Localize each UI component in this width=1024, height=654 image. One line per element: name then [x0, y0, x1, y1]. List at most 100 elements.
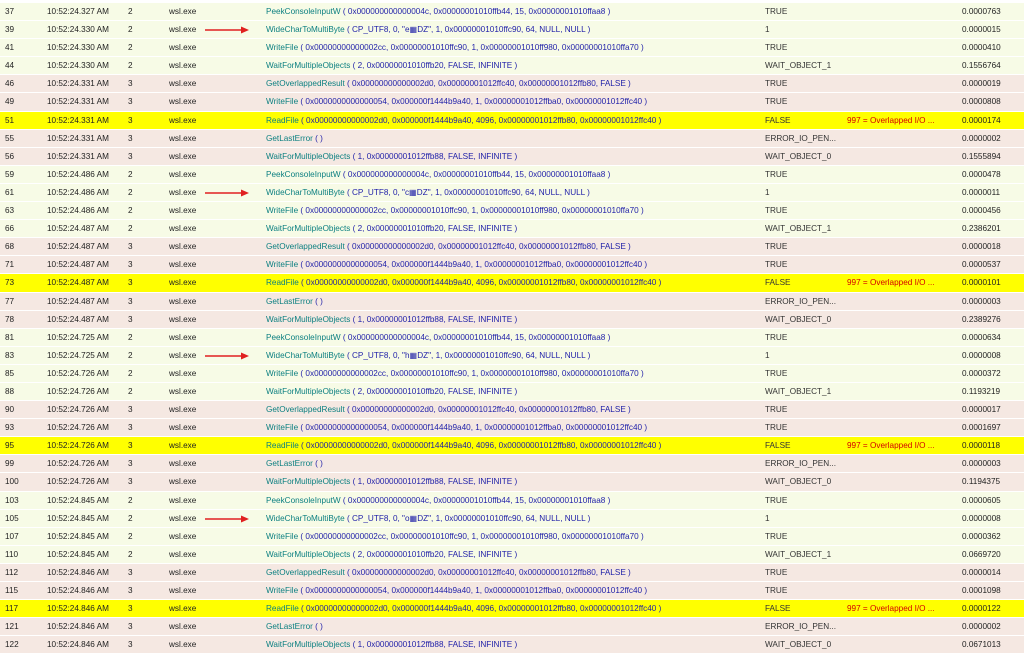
thread-id: 2: [128, 43, 133, 53]
trace-row[interactable]: 99 10:52:24.726 AM 3 wsl.exe GetLastErro…: [0, 455, 1024, 474]
module-name: wsl.exe: [169, 61, 197, 71]
return-value: 1: [765, 513, 770, 523]
trace-row[interactable]: 112 10:52:24.846 AM 3 wsl.exe GetOverlap…: [0, 563, 1024, 582]
trace-row[interactable]: 56 10:52:24.331 AM 3 wsl.exe WaitForMult…: [0, 147, 1024, 166]
call-arguments: ( CP_UTF8, 0, "o▦DZ", 1, 0x00000001010ff…: [344, 513, 591, 523]
module-name: wsl.exe: [169, 169, 197, 179]
trace-row[interactable]: 107 10:52:24.845 AM 2 wsl.exe WriteFile …: [0, 527, 1024, 546]
call-number: 71: [5, 260, 15, 270]
thread-id: 3: [128, 640, 133, 650]
call-number: 66: [5, 224, 15, 234]
trace-row[interactable]: 55 10:52:24.331 AM 3 wsl.exe GetLastErro…: [0, 129, 1024, 148]
trace-row[interactable]: 88 10:52:24.726 AM 2 wsl.exe WaitForMult…: [0, 382, 1024, 402]
call-arguments: ( 2, 0x00000001010ffb20, FALSE, INFINITE…: [350, 61, 518, 71]
call-number: 99: [5, 459, 15, 469]
trace-row[interactable]: 93 10:52:24.726 AM 3 wsl.exe WriteFile (…: [0, 419, 1024, 438]
trace-row[interactable]: 81 10:52:24.725 AM 2 wsl.exe PeekConsole…: [0, 328, 1024, 347]
trace-row[interactable]: 51 10:52:24.331 AM 3 wsl.exe ReadFile ( …: [0, 111, 1024, 130]
trace-row[interactable]: 95 10:52:24.726 AM 3 wsl.exe ReadFile ( …: [0, 437, 1024, 456]
trace-row[interactable]: 122 10:52:24.846 AM 3 wsl.exe WaitForMul…: [0, 636, 1024, 654]
function-name: ReadFile: [266, 441, 299, 451]
timestamp: 10:52:24.330 AM: [47, 43, 109, 53]
trace-row[interactable]: 83 10:52:24.725 AM 2 wsl.exe WideCharToM…: [0, 346, 1024, 365]
api-call: WriteFile ( 0x00000000000002cc, 0x000000…: [266, 528, 766, 546]
thread-id: 3: [128, 242, 133, 252]
call-number: 110: [5, 549, 19, 559]
api-call: WideCharToMultiByte ( CP_UTF8, 0, "h▦DZ"…: [266, 347, 766, 365]
thread-id: 2: [128, 169, 133, 179]
thread-id: 3: [128, 79, 133, 89]
api-call: WaitForMultipleObjects ( 1, 0x0000000101…: [266, 473, 766, 491]
trace-row[interactable]: 103 10:52:24.845 AM 2 wsl.exe PeekConsol…: [0, 491, 1024, 510]
call-arguments: ( 0x00000000000002cc, 0x00000001010ffc90…: [298, 531, 644, 541]
thread-id: 3: [128, 115, 133, 125]
timestamp: 10:52:24.331 AM: [47, 115, 109, 125]
thread-id: 2: [128, 386, 133, 396]
module-name: wsl.exe: [169, 622, 197, 632]
trace-row[interactable]: 71 10:52:24.487 AM 3 wsl.exe WriteFile (…: [0, 256, 1024, 275]
trace-row[interactable]: 39 10:52:24.330 AM 2 wsl.exe WideCharToM…: [0, 21, 1024, 40]
timestamp: 10:52:24.487 AM: [47, 224, 109, 234]
call-number: 56: [5, 151, 15, 161]
call-number: 88: [5, 386, 15, 396]
api-call: WaitForMultipleObjects ( 1, 0x0000000101…: [266, 148, 766, 166]
trace-row[interactable]: 115 10:52:24.846 AM 3 wsl.exe WriteFile …: [0, 582, 1024, 601]
trace-row[interactable]: 63 10:52:24.486 AM 2 wsl.exe WriteFile (…: [0, 202, 1024, 221]
duration: 0.0669720: [962, 549, 1001, 559]
error-code: 997 = Overlapped I/O ...: [847, 441, 935, 451]
trace-row[interactable]: 110 10:52:24.845 AM 2 wsl.exe WaitForMul…: [0, 545, 1024, 564]
trace-row[interactable]: 73 10:52:24.487 AM 3 wsl.exe ReadFile ( …: [0, 274, 1024, 293]
call-arguments: ( 2, 0x00000001010ffb20, FALSE, INFINITE…: [350, 386, 518, 396]
trace-row[interactable]: 41 10:52:24.330 AM 2 wsl.exe WriteFile (…: [0, 39, 1024, 58]
trace-row[interactable]: 59 10:52:24.486 AM 2 wsl.exe PeekConsole…: [0, 165, 1024, 184]
function-name: WaitForMultipleObjects: [266, 224, 351, 234]
return-value: TRUE: [765, 43, 788, 53]
module-name: wsl.exe: [169, 459, 197, 469]
function-name: GetOverlappedResult: [266, 79, 345, 89]
thread-id: 3: [128, 423, 133, 433]
trace-row[interactable]: 100 10:52:24.726 AM 3 wsl.exe WaitForMul…: [0, 473, 1024, 492]
trace-row[interactable]: 68 10:52:24.487 AM 3 wsl.exe GetOverlapp…: [0, 238, 1024, 257]
function-name: GetLastError: [266, 622, 313, 632]
duration: 0.0000101: [962, 278, 1001, 288]
trace-row[interactable]: 90 10:52:24.726 AM 3 wsl.exe GetOverlapp…: [0, 401, 1024, 420]
thread-id: 2: [128, 332, 133, 342]
api-call: WaitForMultipleObjects ( 2, 0x0000000101…: [266, 220, 766, 238]
api-call: WriteFile ( 0x0000000000000054, 0x000000…: [266, 419, 766, 437]
trace-row[interactable]: 37 10:52:24.327 AM 2 wsl.exe PeekConsole…: [0, 3, 1024, 22]
thread-id: 2: [128, 61, 133, 71]
call-number: 63: [5, 206, 15, 216]
function-name: PeekConsoleInputW: [266, 7, 341, 16]
trace-row[interactable]: 46 10:52:24.331 AM 3 wsl.exe GetOverlapp…: [0, 75, 1024, 94]
trace-row[interactable]: 66 10:52:24.487 AM 2 wsl.exe WaitForMult…: [0, 220, 1024, 239]
trace-row[interactable]: 49 10:52:24.331 AM 3 wsl.exe WriteFile (…: [0, 93, 1024, 112]
timestamp: 10:52:24.330 AM: [47, 25, 109, 35]
return-value: WAIT_OBJECT_0: [765, 477, 832, 487]
api-call: WriteFile ( 0x0000000000000054, 0x000000…: [266, 582, 766, 600]
call-arguments: ( 0x000000000000004c, 0x00000001010ffb44…: [340, 169, 611, 179]
module-name: wsl.exe: [169, 441, 197, 451]
function-name: WaitForMultipleObjects: [266, 640, 351, 650]
call-number: 90: [5, 405, 15, 415]
timestamp: 10:52:24.726 AM: [47, 441, 109, 451]
trace-row[interactable]: 44 10:52:24.330 AM 2 wsl.exe WaitForMult…: [0, 57, 1024, 76]
trace-row[interactable]: 121 10:52:24.846 AM 3 wsl.exe GetLastErr…: [0, 618, 1024, 637]
timestamp: 10:52:24.845 AM: [47, 513, 109, 523]
trace-row[interactable]: 78 10:52:24.487 AM 3 wsl.exe WaitForMult…: [0, 310, 1024, 329]
duration: 0.0000808: [962, 97, 1001, 107]
trace-row[interactable]: 61 10:52:24.486 AM 2 wsl.exe WideCharToM…: [0, 183, 1024, 203]
trace-row[interactable]: 77 10:52:24.487 AM 3 wsl.exe GetLastErro…: [0, 292, 1024, 311]
api-call: GetOverlappedResult ( 0x00000000000002d0…: [266, 238, 766, 256]
call-number: 41: [5, 43, 15, 53]
call-arguments: ( ): [312, 133, 323, 143]
module-name: wsl.exe: [169, 423, 197, 433]
call-number: 107: [5, 531, 19, 541]
duration: 0.0000017: [962, 405, 1001, 415]
trace-row[interactable]: 85 10:52:24.726 AM 2 wsl.exe WriteFile (…: [0, 364, 1024, 383]
return-value: 1: [765, 350, 770, 360]
timestamp: 10:52:24.487 AM: [47, 260, 109, 270]
return-value: WAIT_OBJECT_1: [765, 224, 832, 234]
return-value: FALSE: [765, 115, 791, 125]
trace-row[interactable]: 105 10:52:24.845 AM 2 wsl.exe WideCharTo…: [0, 509, 1024, 528]
trace-row[interactable]: 117 10:52:24.846 AM 3 wsl.exe ReadFile (…: [0, 600, 1024, 619]
